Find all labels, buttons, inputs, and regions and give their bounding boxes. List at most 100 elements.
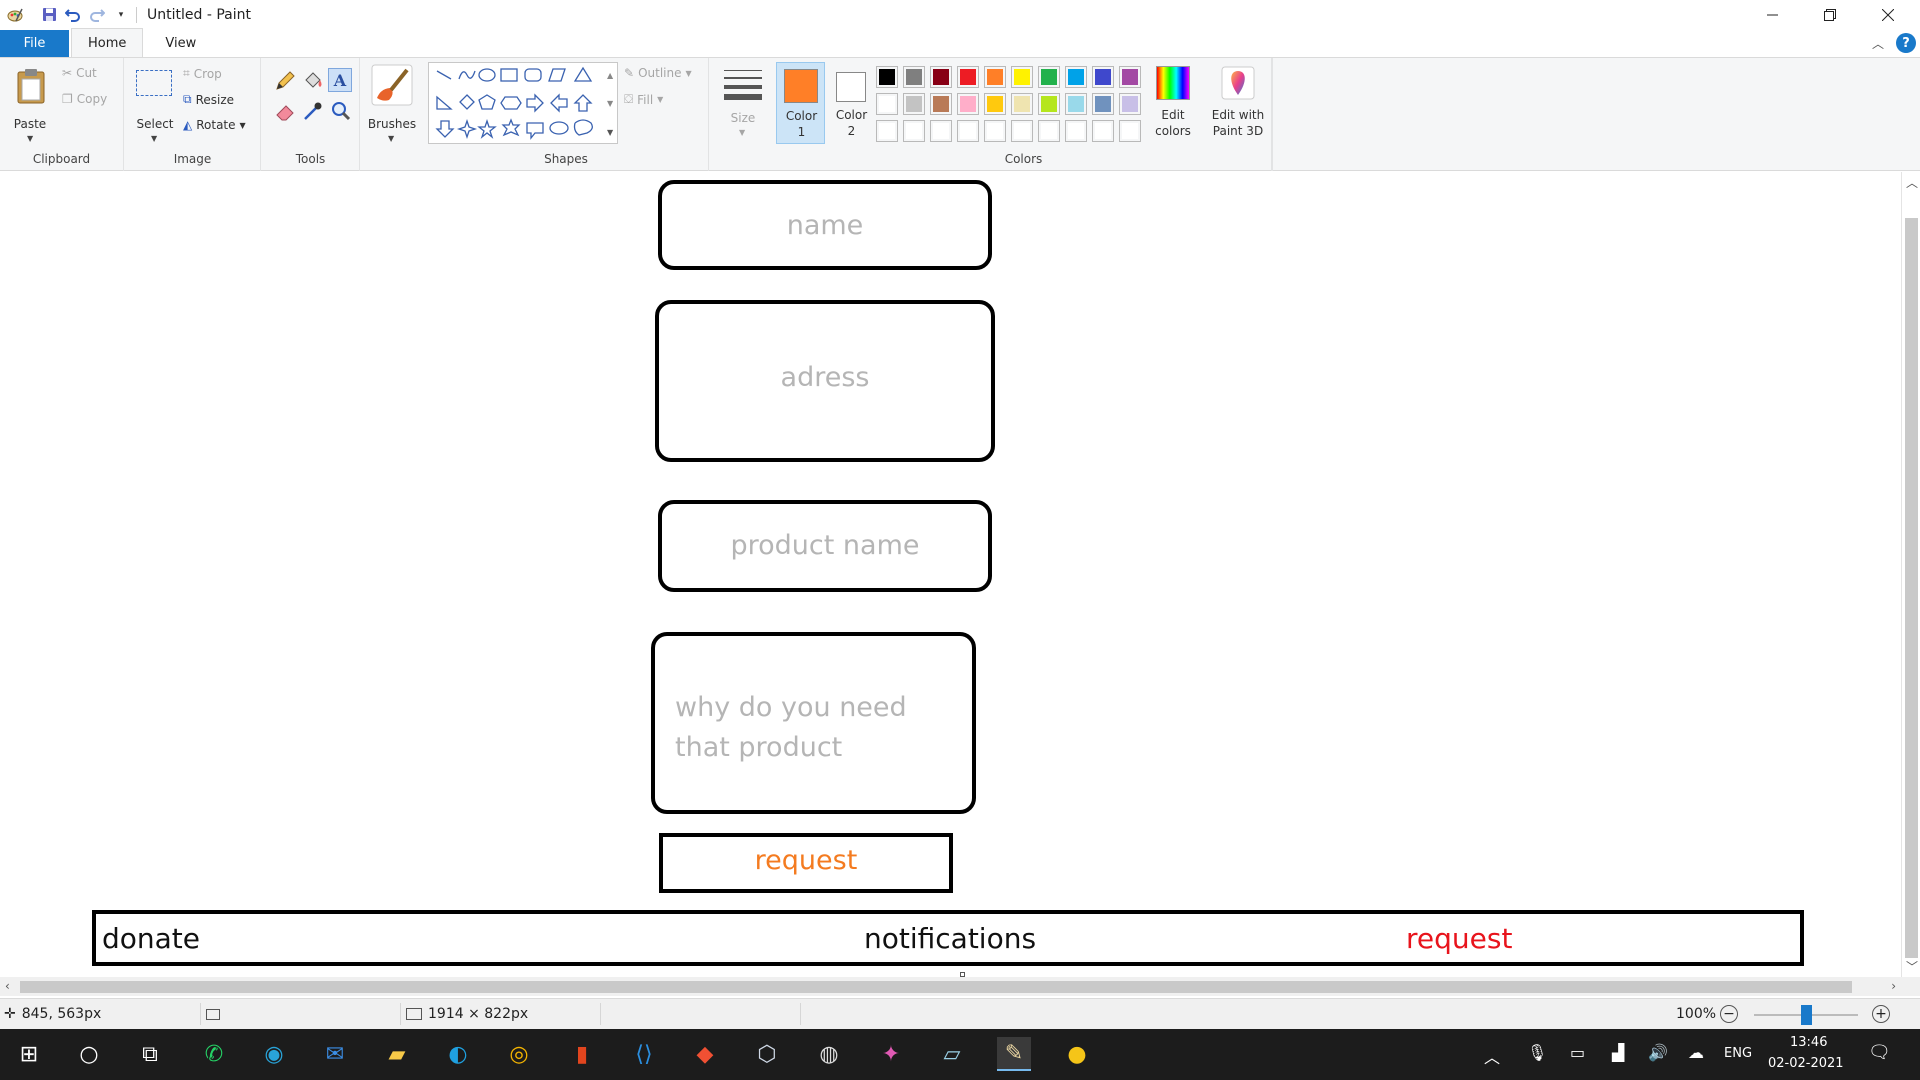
palette-swatch[interactable] <box>876 66 898 88</box>
edit-colors-button[interactable]: Edit colors <box>1150 62 1196 144</box>
palette-swatch[interactable] <box>957 120 979 142</box>
pencil-icon[interactable] <box>274 70 296 95</box>
color-picker-icon[interactable] <box>302 100 324 125</box>
microphone-icon[interactable]: 🎙 <box>1527 1043 1547 1062</box>
palette-swatch[interactable] <box>903 120 925 142</box>
scroll-left-icon[interactable]: ‹ <box>5 979 10 993</box>
palette-swatch[interactable] <box>930 120 952 142</box>
palette-swatch[interactable] <box>1119 93 1141 115</box>
collapse-ribbon-icon[interactable]: ︿ <box>1872 35 1884 52</box>
emoji-app-icon[interactable]: ● <box>1060 1037 1094 1071</box>
rotate-button[interactable]: ◭ Rotate ▼ <box>183 118 246 132</box>
paint-icon[interactable]: ✎ <box>997 1037 1031 1071</box>
copy-button[interactable]: ❐ Copy <box>62 92 107 106</box>
restore-button[interactable] <box>1801 0 1859 29</box>
palette-swatch[interactable] <box>1065 120 1087 142</box>
language-indicator[interactable]: ENG <box>1724 1046 1752 1061</box>
photos-app-icon[interactable]: ✦ <box>874 1037 908 1071</box>
palette-swatch[interactable] <box>1038 66 1060 88</box>
whatsapp-icon[interactable]: ✆ <box>197 1037 231 1071</box>
office-icon[interactable]: ▮ <box>565 1037 599 1071</box>
help-icon[interactable]: ? <box>1896 33 1916 53</box>
palette-swatch[interactable] <box>903 66 925 88</box>
fill-button[interactable]: ⛋ Fill ▼ <box>624 92 663 107</box>
palette-swatch[interactable] <box>876 120 898 142</box>
app-blue-icon[interactable]: ◉ <box>257 1037 291 1071</box>
palette-swatch[interactable] <box>984 93 1006 115</box>
task-view-icon[interactable]: ⧉ <box>133 1037 167 1071</box>
tab-file[interactable]: File <box>0 30 69 57</box>
palette-swatch[interactable] <box>957 93 979 115</box>
redo-icon[interactable] <box>88 6 106 24</box>
fill-bucket-icon[interactable] <box>302 70 324 95</box>
notebook-icon[interactable]: ▱ <box>935 1037 969 1071</box>
horizontal-scroll-thumb[interactable] <box>20 981 1852 993</box>
palette-swatch[interactable] <box>1065 93 1087 115</box>
palette-swatch[interactable] <box>1092 93 1114 115</box>
zoom-slider-thumb[interactable] <box>1801 1005 1812 1025</box>
zoom-in-icon[interactable]: + <box>1872 1005 1890 1023</box>
scroll-up-icon[interactable]: ︿ <box>1906 174 1918 191</box>
palette-swatch[interactable] <box>1038 93 1060 115</box>
horizontal-scrollbar[interactable]: ‹ › <box>0 977 1920 996</box>
palette-swatch[interactable] <box>1092 66 1114 88</box>
notification-center-icon[interactable]: 🗨 <box>1868 1042 1891 1063</box>
color2-button[interactable]: Color 2 <box>827 62 876 144</box>
pen-app-icon[interactable]: ◍ <box>812 1037 846 1071</box>
palette-swatch[interactable] <box>876 93 898 115</box>
palette-swatch[interactable] <box>1038 120 1060 142</box>
battery-icon[interactable]: ▭ <box>1570 1043 1585 1062</box>
crop-button[interactable]: ⌗ Crop <box>183 66 222 81</box>
outline-button[interactable]: ✎ Outline ▼ <box>624 66 692 80</box>
file-explorer-icon[interactable]: ▰ <box>380 1037 414 1071</box>
eraser-icon[interactable] <box>274 100 296 125</box>
paste-button[interactable]: Paste ▼ <box>12 66 52 156</box>
select-dropdown-icon[interactable]: ▼ <box>151 134 157 143</box>
palette-swatch[interactable] <box>957 66 979 88</box>
shapes-gallery[interactable]: ▲ ▼ ▼ <box>428 62 618 144</box>
palette-swatch[interactable] <box>930 66 952 88</box>
color1-button[interactable]: Color 1 <box>776 62 825 144</box>
zoom-slider[interactable] <box>1754 1005 1858 1025</box>
customize-dropdown-icon[interactable]: ▾ <box>112 6 130 24</box>
palette-swatch[interactable] <box>984 120 1006 142</box>
zoom-out-icon[interactable]: − <box>1720 1005 1738 1023</box>
tab-view[interactable]: View <box>149 30 212 57</box>
paste-dropdown-icon[interactable]: ▼ <box>27 134 33 143</box>
onedrive-icon[interactable]: ☁ <box>1688 1043 1704 1062</box>
palette-swatch[interactable] <box>984 66 1006 88</box>
undo-icon[interactable] <box>64 6 82 24</box>
text-tool-icon[interactable]: A <box>328 68 352 92</box>
palette-swatch[interactable] <box>1119 66 1141 88</box>
close-button[interactable] <box>1859 0 1917 29</box>
palette-swatch[interactable] <box>903 93 925 115</box>
vertical-scroll-thumb[interactable] <box>1905 218 1918 958</box>
select-button[interactable]: Select ▼ <box>133 68 177 156</box>
clock-date[interactable]: 02-02-2021 <box>1768 1056 1844 1071</box>
palette-swatch[interactable] <box>1011 66 1033 88</box>
package-icon[interactable]: ⬡ <box>750 1037 784 1071</box>
mail-icon[interactable]: ✉ <box>318 1037 352 1071</box>
vscode-icon[interactable]: ⟨⟩ <box>627 1037 661 1071</box>
tab-home[interactable]: Home <box>71 28 144 57</box>
size-button[interactable]: Size ▼ <box>716 64 770 148</box>
paint-app-icon[interactable] <box>6 6 24 24</box>
palette-swatch[interactable] <box>1119 120 1141 142</box>
resize-button[interactable]: ⧉ Resize <box>183 92 234 107</box>
palette-swatch[interactable] <box>1011 93 1033 115</box>
network-icon[interactable]: ▟ <box>1612 1043 1624 1062</box>
search-circle-icon[interactable]: ○ <box>72 1037 106 1071</box>
edge-icon[interactable]: ◐ <box>441 1037 475 1071</box>
brushes-button[interactable]: Brushes ▼ <box>367 64 417 144</box>
clock-time[interactable]: 13:46 <box>1790 1035 1827 1050</box>
cut-button[interactable]: ✂ Cut <box>62 66 97 80</box>
palette-swatch[interactable] <box>1011 120 1033 142</box>
vertical-scrollbar[interactable]: ︿ ﹀ <box>1901 172 1920 977</box>
magnifier-icon[interactable] <box>330 100 352 125</box>
palette-swatch[interactable] <box>1065 66 1087 88</box>
save-icon[interactable] <box>40 6 58 24</box>
scroll-down-icon[interactable]: ﹀ <box>1906 958 1918 975</box>
windows-start-icon[interactable]: ⊞ <box>12 1037 46 1071</box>
scroll-right-icon[interactable]: › <box>1891 979 1896 993</box>
volume-icon[interactable]: 🔊 <box>1648 1043 1668 1062</box>
